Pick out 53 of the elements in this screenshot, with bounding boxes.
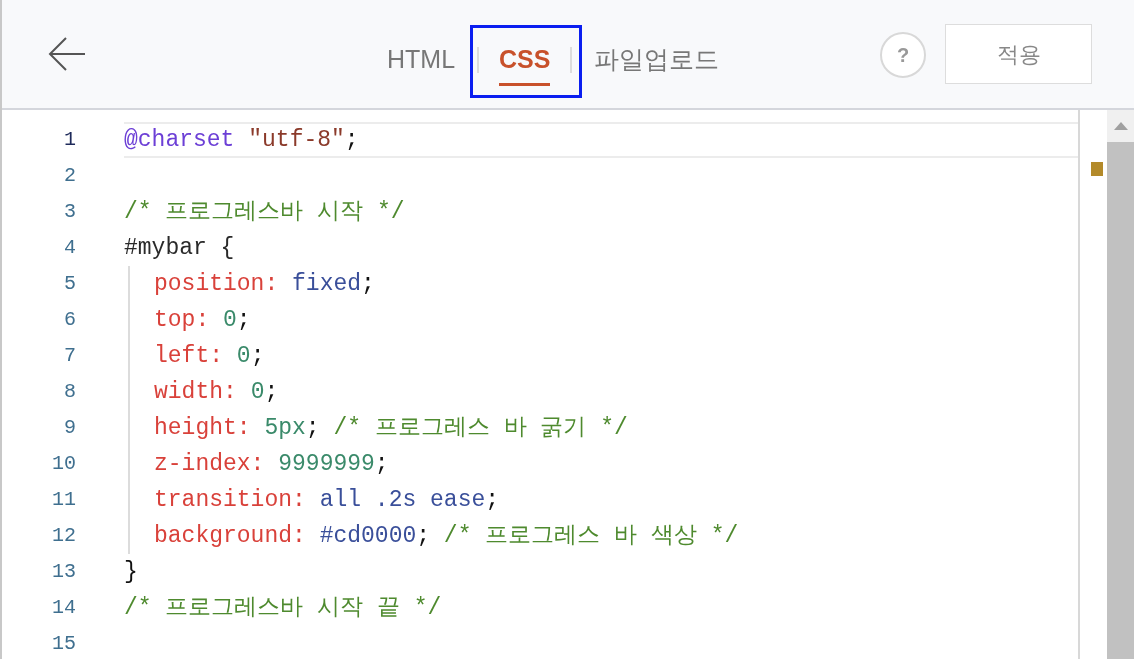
line-number: 7 — [63, 343, 76, 369]
code-token: ; — [361, 269, 375, 299]
help-button[interactable]: ? — [880, 32, 926, 78]
code-token: 0 — [222, 305, 237, 335]
line-number: 8 — [63, 379, 76, 405]
tab[interactable]: CSS — [499, 37, 551, 86]
code-token: /* 프로그레스 바 굵기 */ — [332, 413, 628, 443]
code-token: 0 — [249, 377, 265, 407]
tab[interactable]: 파일업로드 — [592, 37, 722, 86]
code-token: z-index: — [154, 449, 265, 479]
line-number: 6 — [63, 307, 76, 333]
code-token: ; — [264, 377, 279, 407]
code-token: /* 프로그레스바 시작 끝 */ — [124, 593, 442, 623]
line-number: 4 — [63, 235, 76, 261]
line-number: 15 — [51, 631, 76, 657]
code-token: 9999999 — [277, 449, 375, 479]
code-token: transition: — [154, 485, 306, 515]
line-number: 3 — [63, 199, 76, 225]
code-token: /* 프로그레스바 시작 */ — [124, 197, 405, 227]
line-number: 11 — [51, 487, 76, 513]
code-token: 5px — [263, 413, 306, 443]
code-token: top: — [154, 305, 210, 335]
code-token: /* 프로그레스 바 색상 */ — [442, 521, 739, 551]
code-token: ; — [305, 413, 320, 443]
line-number: 13 — [51, 559, 76, 585]
code-token: ; — [250, 341, 265, 371]
line-number: 14 — [51, 595, 76, 621]
line-number: 12 — [51, 523, 76, 549]
code-token: #cd0000 — [318, 521, 417, 551]
tab[interactable]: HTML — [385, 37, 458, 86]
code-token: left: — [154, 341, 223, 371]
code-token: @charset — [124, 125, 235, 155]
apply-button[interactable]: 적용 — [945, 24, 1092, 84]
code-token: ; — [344, 125, 359, 155]
line-number: 9 — [63, 415, 76, 441]
code-token: background: — [154, 521, 306, 551]
line-number: 1 — [63, 127, 76, 153]
line-number: 10 — [51, 451, 76, 477]
code-token: ; — [485, 485, 500, 515]
code-token: ; — [416, 521, 431, 551]
code-token: width: — [154, 377, 237, 407]
code-token: #mybar { — [124, 233, 235, 263]
code-token: all .2s ease — [318, 485, 486, 515]
code-token: } — [124, 557, 138, 587]
code-token: "utf-8" — [247, 125, 345, 155]
line-number: 5 — [63, 271, 76, 297]
code-token: fixed — [291, 269, 362, 299]
line-number: 2 — [63, 163, 76, 189]
code-token: ; — [236, 305, 251, 335]
code-token: position: — [154, 269, 279, 299]
code-token: 0 — [235, 341, 251, 371]
code-token: ; — [374, 449, 389, 479]
code-token: height: — [154, 413, 251, 443]
